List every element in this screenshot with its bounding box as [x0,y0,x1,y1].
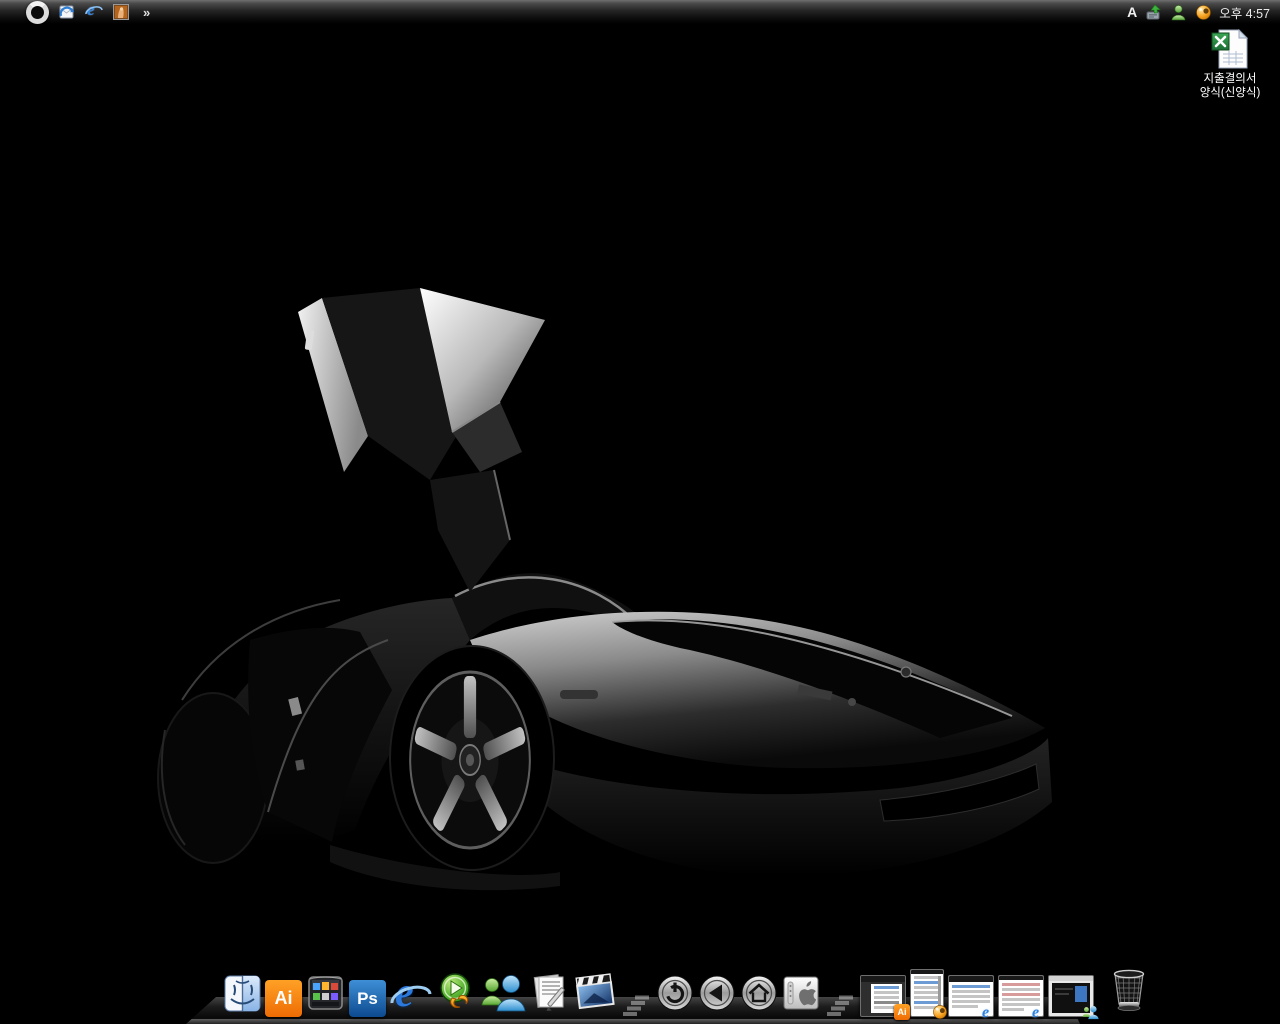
desktop-icon-label: 지출결의서 양식(신양식) [1200,72,1261,101]
trash-icon[interactable] [1108,966,1150,1017]
msn-messenger-icon[interactable] [480,974,526,1017]
minimized-messenger-chat-window[interactable] [1048,975,1094,1017]
back-button-icon[interactable] [698,974,736,1017]
home-button-icon[interactable] [740,974,778,1017]
photoshop-label: Ps [357,989,378,1009]
ie-badge-icon: e [982,1004,998,1020]
messenger-online-icon[interactable] [1169,3,1187,21]
outlook-express-icon[interactable] [58,3,76,21]
menu-bar: e » A [0,0,1280,25]
minimized-browser-window-1[interactable]: e [948,975,994,1017]
apple-box-icon[interactable] [782,974,820,1017]
dock-separator-stairs [623,995,649,1017]
minimized-illustrator-window[interactable]: Ai [860,975,906,1017]
minimized-browser-window-2[interactable]: e [998,975,1044,1017]
msn-badge-icon [1082,1004,1098,1020]
desktop: e » A [0,0,1280,1024]
app-drawer-icon[interactable] [306,973,345,1017]
ie-badge-icon: e [1032,1004,1048,1020]
illustrator-badge-icon: Ai [894,1004,910,1020]
dock: Ai Ps e [224,966,1150,1017]
minimized-buddy-list-window[interactable] [910,969,944,1017]
safely-remove-hardware-icon[interactable] [1144,3,1162,21]
movie-clapper-icon[interactable] [574,972,616,1017]
internet-explorer-icon[interactable]: e [85,3,103,21]
start-orb-button[interactable] [26,1,49,24]
ime-indicator[interactable]: A [1127,4,1137,20]
desktop-icon-excel-file[interactable]: 지출결의서 양식(신양식) [1184,28,1276,101]
orange-ball-status-icon[interactable] [1194,3,1212,21]
picture-viewer-icon[interactable] [112,3,130,21]
excel-file-icon [1210,28,1250,70]
text-document-icon[interactable] [530,972,570,1017]
dock-separator-stairs [827,995,853,1017]
quicklaunch-overflow-chevron[interactable]: » [139,5,149,20]
media-player-office-icon[interactable] [436,972,476,1017]
orange-ball-badge-icon [932,1004,948,1020]
illustrator-label: Ai [275,988,293,1009]
power-button-icon[interactable] [656,974,694,1017]
internet-explorer-dock-icon[interactable]: e [390,977,432,1017]
wallpaper-lamborghini [0,0,1280,1024]
finder-icon[interactable] [224,975,261,1017]
taskbar-clock[interactable]: 오후 4:57 [1219,3,1270,22]
adobe-photoshop-icon[interactable]: Ps [349,980,386,1017]
adobe-illustrator-icon[interactable]: Ai [265,980,302,1017]
